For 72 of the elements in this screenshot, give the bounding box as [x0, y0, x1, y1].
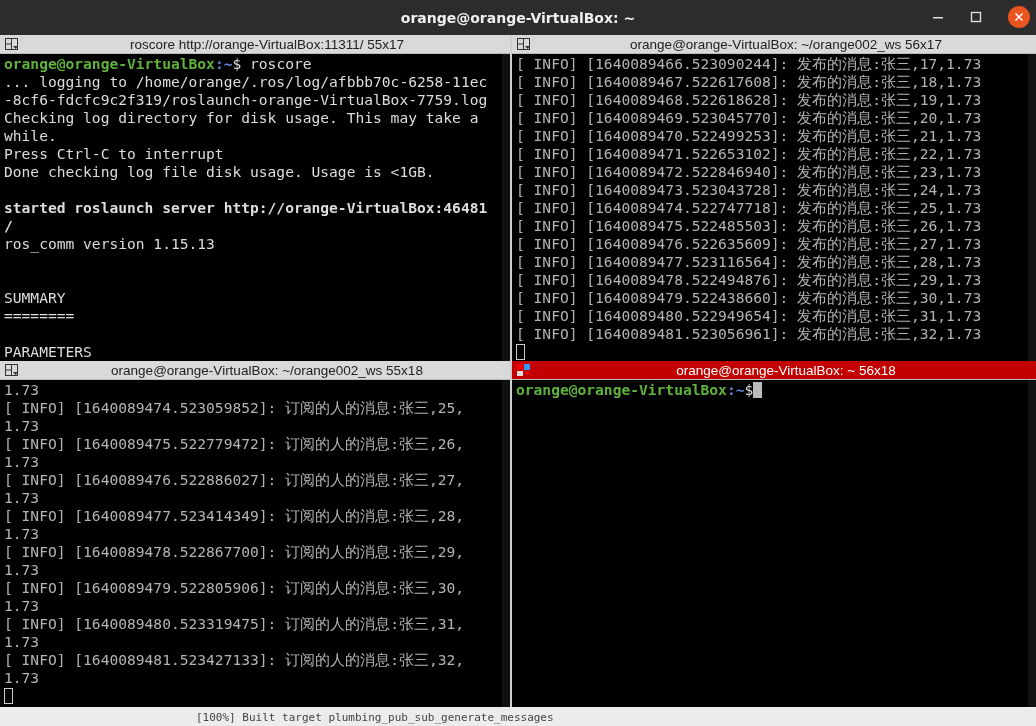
- prompt-path: :~: [214, 55, 233, 72]
- prompt-symbol: $: [232, 55, 242, 72]
- log-line: [ INFO] [1640089467.522617608]: 发布的消息:张三,18,1.73: [516, 73, 982, 90]
- terminal-line: ros_comm version 1.15.13: [4, 235, 215, 252]
- terminal-menu-icon[interactable]: [4, 37, 20, 51]
- log-line: 1.73: [4, 633, 40, 650]
- terminal-line: while.: [4, 127, 57, 144]
- command-text: roscore: [249, 55, 312, 72]
- pane-header[interactable]: orange@orange-VirtualBox: ~/orange002_ws 55x18: [0, 361, 510, 380]
- close-icon[interactable]: [1008, 6, 1030, 28]
- terminal-line: Press Ctrl-C to interrupt: [4, 145, 224, 162]
- log-line: [ INFO] [1640089472.522846940]: 发布的消息:张三,23,1.73: [516, 163, 982, 180]
- log-line: [ INFO] [1640089466.523090244]: 发布的消息:张三,17,1.73: [516, 55, 982, 72]
- terminal-menu-icon[interactable]: [516, 37, 532, 51]
- log-line: [ INFO] [1640089473.523043728]: 发布的消息:张三,24,1.73: [516, 181, 982, 198]
- scrollbar[interactable]: [502, 54, 510, 361]
- log-line: 1.73: [4, 669, 40, 686]
- prompt-user: orange@orange-VirtualBox: [4, 55, 215, 72]
- prompt-path: :~: [726, 381, 745, 398]
- log-line: [ INFO] [1640089468.522618628]: 发布的消息:张三,19,1.73: [516, 91, 982, 108]
- window-title: orange@orange-VirtualBox: ~: [400, 9, 636, 26]
- terminal-line: ========: [4, 307, 75, 324]
- log-line: 1.73: [4, 561, 40, 578]
- pane-title: orange@orange-VirtualBox: ~/orange002_ws 55x18: [110, 362, 424, 378]
- log-line: 1.73: [4, 597, 40, 614]
- scrollbar[interactable]: [1028, 54, 1036, 361]
- terminal-line: ... logging to /home/orange/.ros/log/afbbb70c-6258-11ec: [4, 73, 488, 90]
- log-line: [ INFO] [1640089477.523116564]: 发布的消息:张三,28,1.73: [516, 253, 982, 270]
- log-line: [ INFO] [1640089480.522949654]: 发布的消息:张三,31,1.73: [516, 307, 982, 324]
- log-line: [ INFO] [1640089481.523056961]: 发布的消息:张三,32,1.73: [516, 325, 982, 342]
- log-line: 1.73: [4, 489, 40, 506]
- pane-title: roscore http://orange-VirtualBox:11311/ 55x17: [129, 36, 405, 52]
- log-line: [ INFO] [1640089480.523319475]: 订阅的人的消息:张三,31,: [4, 615, 465, 632]
- log-line: [ INFO] [1640089474.523059852]: 订阅的人的消息:张三,25,: [4, 399, 465, 416]
- terminal-line: Done checking log file disk usage. Usage is <1GB.: [4, 163, 435, 180]
- prompt-user: orange@orange-VirtualBox: [516, 381, 727, 398]
- log-line: [ INFO] [1640089475.522485503]: 发布的消息:张三,26,1.73: [516, 217, 982, 234]
- log-line: [ INFO] [1640089476.522635609]: 发布的消息:张三,27,1.73: [516, 235, 982, 252]
- log-line: 1.73: [4, 381, 40, 398]
- terminal-line: /: [4, 217, 13, 234]
- log-line: [ INFO] [1640089479.522438660]: 发布的消息:张三,30,1.73: [516, 289, 982, 306]
- pane-header[interactable]: roscore http://orange-VirtualBox:11311/ 55x17: [0, 35, 510, 54]
- log-line: 1.73: [4, 417, 40, 434]
- log-line: 1.73: [4, 453, 40, 470]
- log-line: [ INFO] [1640089474.522747718]: 发布的消息:张三,25,1.73: [516, 199, 982, 216]
- terminal-menu-icon[interactable]: [4, 363, 20, 377]
- background-terminal-text: [100%] Built target plumbing_pub_sub_generate_messages: [196, 711, 554, 724]
- prompt-symbol: $: [744, 381, 754, 398]
- log-line: [ INFO] [1640089478.522494876]: 发布的消息:张三,29,1.73: [516, 271, 982, 288]
- log-line: [ INFO] [1640089471.522653102]: 发布的消息:张三,22,1.73: [516, 145, 982, 162]
- scrollbar[interactable]: [1028, 380, 1036, 707]
- terminal-line: started roslaunch server http://orange-VirtualBox:46481: [4, 199, 488, 216]
- terminal-line: -8cf6-fdcfc9c2f319/roslaunch-orange-VirtualBox-7759.log: [4, 91, 488, 108]
- log-line: [ INFO] [1640089469.523045770]: 发布的消息:张三,20,1.73: [516, 109, 982, 126]
- log-line: [ INFO] [1640089477.523414349]: 订阅的人的消息:张三,28,: [4, 507, 465, 524]
- terminal-line: Checking log directory for disk usage. This may take a: [4, 109, 479, 126]
- pane-header[interactable]: orange@orange-VirtualBox: ~/orange002_ws 56x17: [512, 35, 1036, 54]
- log-line: [ INFO] [1640089479.522805906]: 订阅的人的消息:张三,30,: [4, 579, 465, 596]
- log-line: [ INFO] [1640089481.523427133]: 订阅的人的消息:张三,32,: [4, 651, 465, 668]
- pane-title: orange@orange-VirtualBox: ~ 56x18: [675, 362, 897, 378]
- log-line: 1.73: [4, 525, 40, 542]
- terminal-line: SUMMARY: [4, 289, 66, 306]
- pane-header[interactable]: orange@orange-VirtualBox: ~ 56x18: [512, 361, 1036, 380]
- terminal-menu-icon[interactable]: [516, 363, 532, 377]
- log-line: [ INFO] [1640089476.522886027]: 订阅的人的消息:张三,27,: [4, 471, 465, 488]
- log-line: [ INFO] [1640089478.522867700]: 订阅的人的消息:张三,29,: [4, 543, 465, 560]
- pane-title: orange@orange-VirtualBox: ~/orange002_ws 56x17: [629, 36, 943, 52]
- log-line: [ INFO] [1640089475.522779472]: 订阅的人的消息:张三,26,: [4, 435, 465, 452]
- terminal-line: PARAMETERS: [4, 343, 92, 360]
- scrollbar[interactable]: [502, 380, 510, 707]
- log-line: [ INFO] [1640089470.522499253]: 发布的消息:张三,21,1.73: [516, 127, 982, 144]
- maximize-icon[interactable]: [970, 11, 982, 23]
